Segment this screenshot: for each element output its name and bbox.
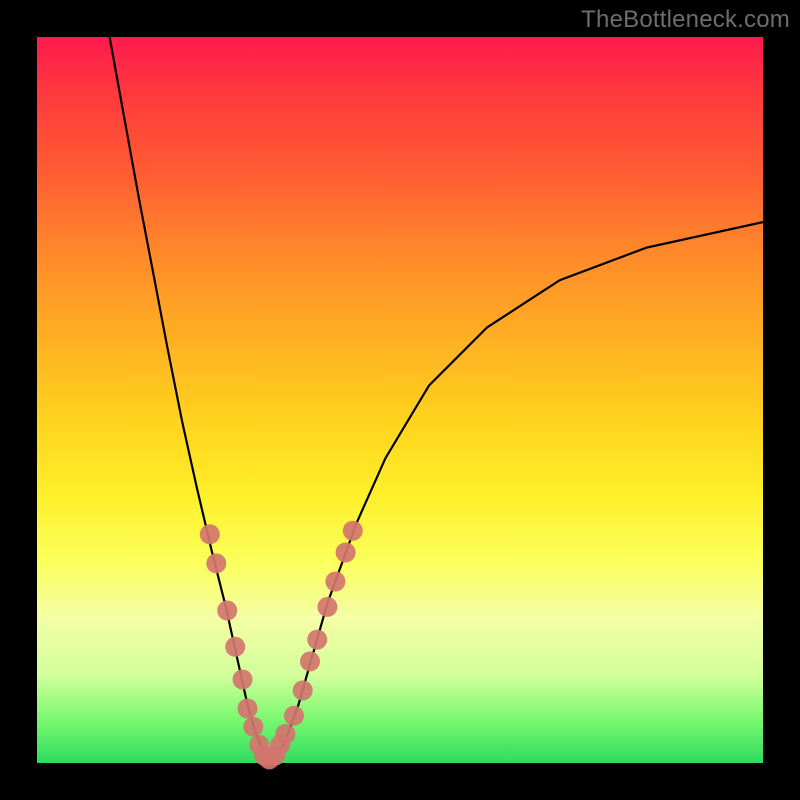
curve-marker: [336, 543, 356, 563]
curve-marker: [343, 521, 363, 541]
curve-marker: [206, 553, 226, 573]
curve-marker: [284, 706, 304, 726]
curve-marker: [217, 601, 237, 621]
curve-marker: [200, 524, 220, 544]
curve-line: [110, 37, 763, 759]
curve-markers: [200, 521, 363, 770]
curve-marker: [325, 572, 345, 592]
curve-marker: [293, 680, 313, 700]
curve-marker: [300, 651, 320, 671]
curve-marker: [275, 724, 295, 744]
bottleneck-curve: [37, 37, 763, 763]
curve-marker: [233, 670, 253, 690]
curve-marker: [243, 717, 263, 737]
curve-marker: [238, 699, 258, 719]
curve-marker: [225, 637, 245, 657]
curve-marker: [307, 630, 327, 650]
chart-frame: TheBottleneck.com: [0, 0, 800, 800]
curve-marker: [317, 597, 337, 617]
watermark-text: TheBottleneck.com: [581, 6, 790, 34]
plot-area: [37, 37, 763, 763]
